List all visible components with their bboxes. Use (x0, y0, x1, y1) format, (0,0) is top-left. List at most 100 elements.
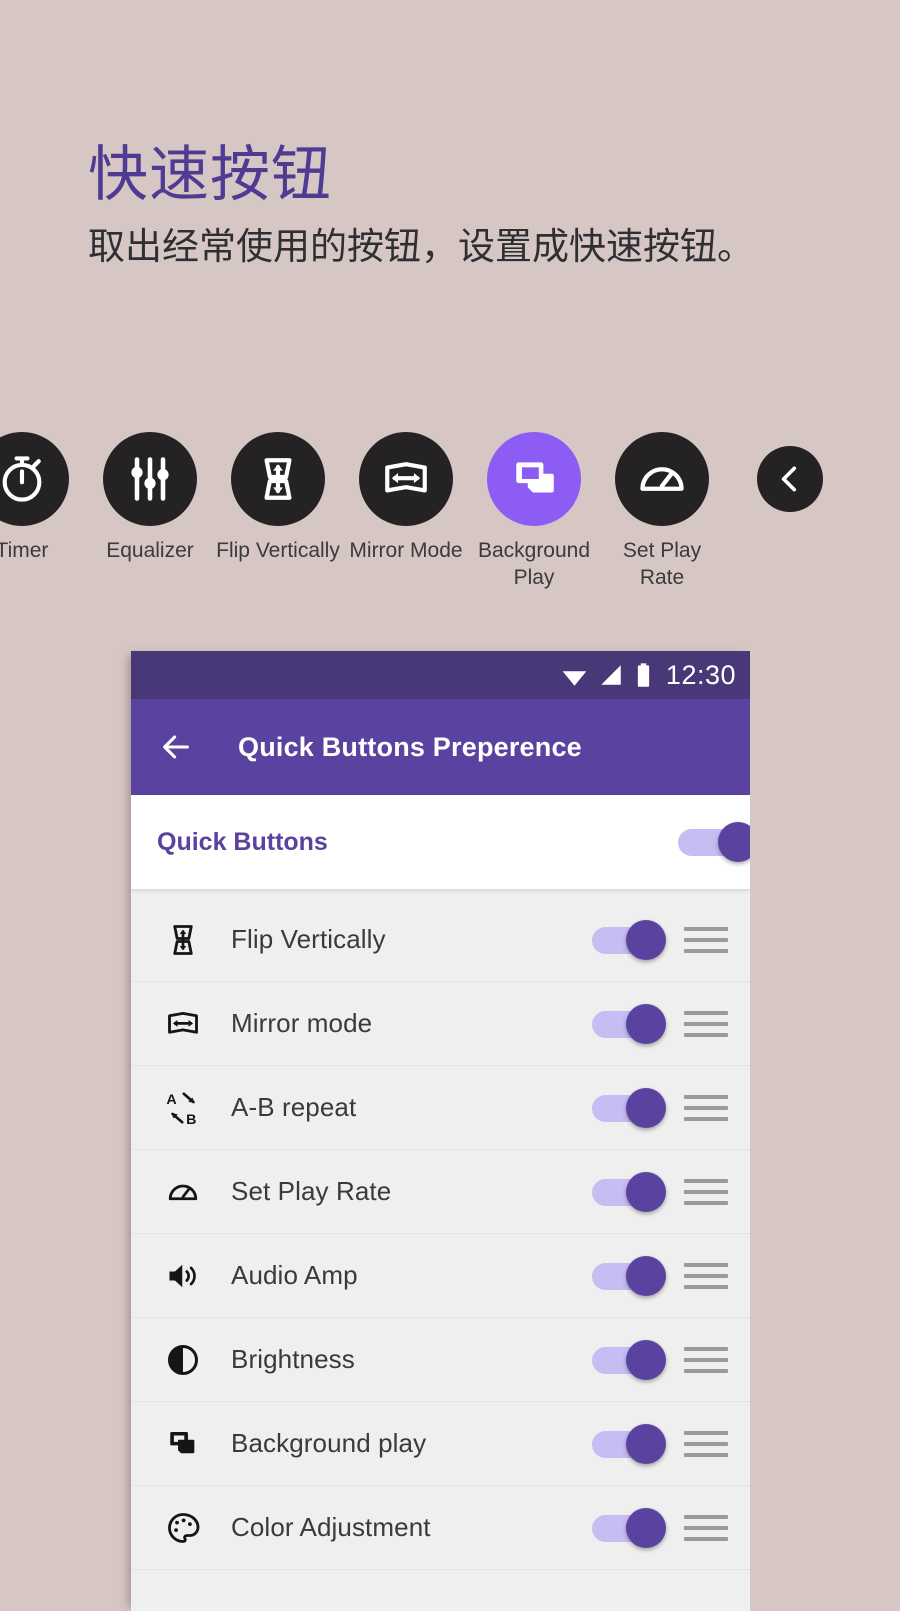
phone-mockup: 12:30 Quick Buttons Preperence Quick But… (131, 651, 750, 1611)
table-row[interactable]: Brightness (131, 1318, 750, 1402)
quick-buttons-list: Flip Vertically Mirror mode A B A-B repe… (131, 889, 750, 1570)
row-icon-wrapper: A B (157, 1089, 209, 1127)
ab-repeat-icon: A B (166, 1092, 196, 1127)
quick-buttons-master-label: Quick Buttons (157, 827, 328, 856)
icon-cell-equalizer[interactable]: Equalizer (86, 432, 214, 565)
signal-icon (601, 665, 621, 685)
page-title: 快速按钮 (88, 141, 332, 208)
row-icon-wrapper (157, 922, 209, 958)
chevron-left-icon-circle (757, 446, 823, 512)
icon-label-mirror-mode: Mirror Mode (349, 539, 463, 562)
drag-handle-icon[interactable] (684, 1346, 728, 1373)
row-toggle[interactable] (592, 919, 666, 960)
table-row[interactable]: Background play (131, 1402, 750, 1486)
drag-handle-line (684, 1021, 728, 1026)
toggle-thumb (718, 822, 750, 862)
icon-label-flip-vertically: Flip Vertically (216, 539, 340, 562)
drag-handle-line (684, 1514, 728, 1519)
row-toggle[interactable] (592, 1423, 666, 1464)
row-toggle[interactable] (592, 1339, 666, 1380)
status-bar-time: 12:30 (665, 659, 736, 690)
row-icon-wrapper (157, 1342, 209, 1378)
status-bar: 12:30 (131, 651, 750, 699)
quick-buttons-master-toggle[interactable] (678, 822, 750, 862)
svg-text:B: B (186, 1111, 196, 1126)
row-toggle[interactable] (592, 1171, 666, 1212)
svg-text:A: A (166, 1092, 176, 1108)
drag-handle-line (684, 1105, 728, 1110)
timer-icon-circle (0, 432, 69, 526)
row-label: Brightness (231, 1344, 355, 1374)
drag-handle-icon[interactable] (684, 926, 728, 953)
drag-handle-icon[interactable] (684, 1514, 728, 1541)
drag-handle-line (684, 1357, 728, 1362)
drag-handle-line (684, 1262, 728, 1267)
icon-cell-flip-vertically[interactable]: Flip Vertically (214, 432, 342, 565)
row-toggle[interactable] (592, 1507, 666, 1548)
row-toggle[interactable] (592, 1003, 666, 1044)
drag-handle-line (684, 1094, 728, 1099)
row-icon-wrapper (157, 1427, 209, 1461)
drag-handle-line (684, 1452, 728, 1457)
drag-handle-line (684, 937, 728, 942)
row-toggle[interactable] (592, 1255, 666, 1296)
set-play-rate-icon (640, 467, 684, 491)
icon-cell-timer[interactable]: Timer (0, 432, 86, 565)
row-label: Set Play Rate (231, 1176, 392, 1206)
set-play-rate-icon (168, 1184, 198, 1200)
back-arrow-icon[interactable] (159, 730, 193, 764)
quick-buttons-master-row[interactable]: Quick Buttons (131, 795, 750, 889)
background-play-icon (516, 462, 554, 493)
quick-button-icon-strip: Timer Equalizer Flip Vertically Mirror M… (0, 432, 900, 592)
drag-handle-line (684, 1536, 728, 1541)
table-row[interactable]: Set Play Rate (131, 1150, 750, 1234)
row-label: A-B repeat (231, 1092, 357, 1122)
drag-handle-line (684, 1189, 728, 1194)
icon-label-background-play: Background Play (477, 539, 591, 589)
row-label: Background play (231, 1428, 427, 1458)
drag-handle-line (684, 1178, 728, 1183)
row-label: Mirror mode (231, 1008, 373, 1038)
table-row[interactable]: A B A-B repeat (131, 1066, 750, 1150)
icon-cell-background-play[interactable]: Background Play (470, 432, 598, 592)
drag-handle-icon[interactable] (684, 1010, 728, 1037)
icon-label-set-play-rate: Set Play Rate (622, 539, 702, 589)
drag-handle-line (684, 1116, 728, 1121)
timer-icon (2, 456, 42, 502)
brightness-icon (168, 1344, 198, 1375)
toggle-thumb (626, 1255, 666, 1296)
drag-handle-icon[interactable] (684, 1094, 728, 1121)
toggle-thumb (626, 919, 666, 960)
drag-handle-line (684, 1273, 728, 1278)
mirror-mode-icon-circle (359, 432, 453, 526)
drag-handle-icon[interactable] (684, 1430, 728, 1457)
icon-cell-collapse[interactable] (726, 432, 854, 524)
drag-handle-line (684, 1525, 728, 1530)
toggle-thumb (626, 1003, 666, 1044)
row-toggle[interactable] (592, 1087, 666, 1128)
flip-vertically-icon (173, 924, 193, 955)
icon-cell-mirror-mode[interactable]: Mirror Mode (342, 432, 470, 565)
row-label: Flip Vertically (231, 924, 386, 954)
set-play-rate-icon-circle (615, 432, 709, 526)
flip-vertically-icon-circle (231, 432, 325, 526)
drag-handle-line (684, 926, 728, 931)
color-adjustment-icon (168, 1512, 200, 1543)
toggle-thumb (626, 1507, 666, 1548)
equalizer-icon (131, 457, 169, 501)
table-row[interactable]: Audio Amp (131, 1234, 750, 1318)
row-icon-wrapper (157, 1174, 209, 1210)
icon-cell-set-play-rate[interactable]: Set Play Rate (598, 432, 726, 592)
table-row[interactable]: Mirror mode (131, 982, 750, 1066)
row-icon-wrapper (157, 1006, 209, 1042)
table-row[interactable]: Flip Vertically (131, 898, 750, 982)
drag-handle-icon[interactable] (684, 1178, 728, 1205)
wifi-icon (562, 670, 587, 686)
drag-handle-line (684, 948, 728, 953)
drag-handle-icon[interactable] (684, 1262, 728, 1289)
background-play-icon-circle (487, 432, 581, 526)
drag-handle-line (684, 1368, 728, 1373)
row-label: Audio Amp (231, 1260, 358, 1290)
row-label: Color Adjustment (231, 1512, 431, 1542)
table-row[interactable]: Color Adjustment (131, 1486, 750, 1570)
